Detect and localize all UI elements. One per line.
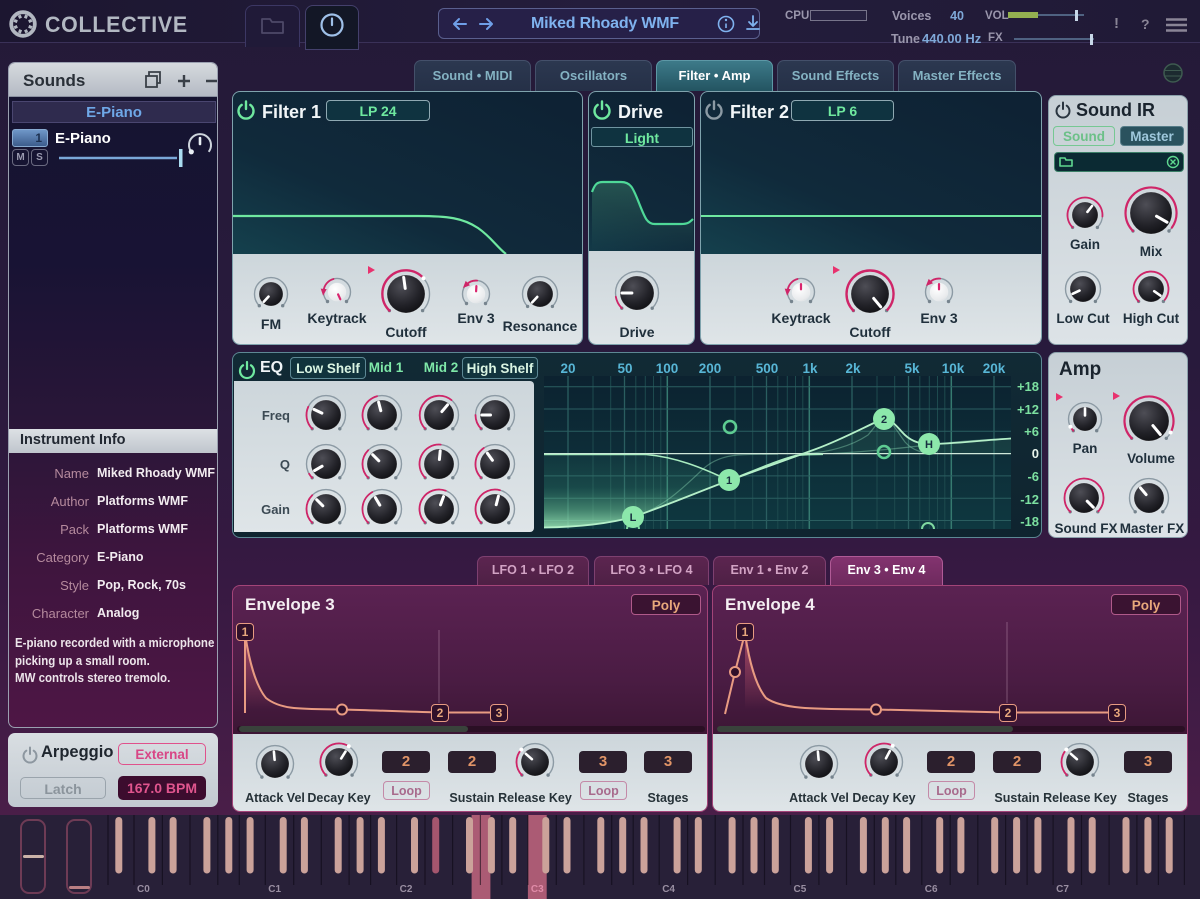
svg-text:2: 2 — [881, 414, 887, 426]
svg-text:1: 1 — [726, 475, 732, 487]
svg-text:H: H — [925, 439, 933, 451]
svg-text:L: L — [630, 512, 637, 524]
